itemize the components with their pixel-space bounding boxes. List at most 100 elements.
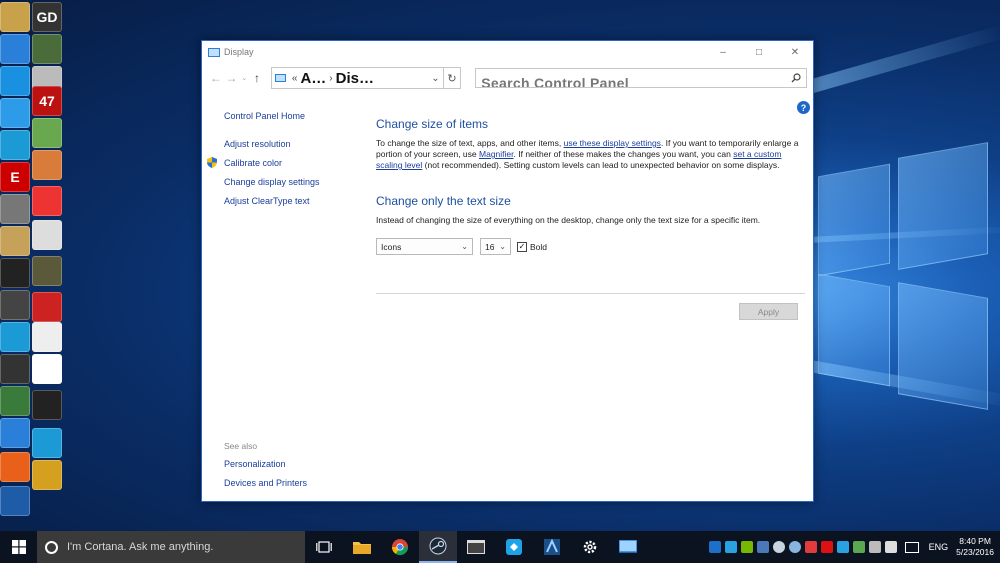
tray-gamepad-icon[interactable] xyxy=(852,541,865,553)
desktop-icon-e[interactable]: E xyxy=(0,162,30,192)
clock[interactable]: 8:40 PM 5/23/2016 xyxy=(956,536,994,558)
task-view-button[interactable] xyxy=(305,531,343,563)
title-bar[interactable]: Display – □ ✕ xyxy=(202,41,813,63)
tray-steam-icon[interactable] xyxy=(772,541,785,553)
desktop-icon[interactable] xyxy=(32,428,62,458)
taskbar-settings[interactable] xyxy=(571,531,609,563)
apply-button[interactable]: Apply xyxy=(739,303,798,320)
language-indicator[interactable]: ENG xyxy=(929,542,949,552)
desktop-icon[interactable] xyxy=(0,34,30,64)
see-also-devices-printers[interactable]: Devices and Printers xyxy=(224,478,307,488)
desktop-icon[interactable] xyxy=(32,150,62,180)
desktop-icon[interactable] xyxy=(0,130,30,160)
desktop-icon[interactable] xyxy=(0,354,30,384)
sidebar-adjust-resolution[interactable]: Adjust resolution xyxy=(224,139,354,149)
address-dropdown-icon[interactable]: ⌄ xyxy=(431,73,439,84)
tray-app-icon[interactable] xyxy=(820,541,833,553)
desktop-icon[interactable] xyxy=(0,98,30,128)
taskbar-app-blue[interactable] xyxy=(495,531,533,563)
see-also-personalization[interactable]: Personalization xyxy=(224,459,307,469)
desktop-icon[interactable] xyxy=(0,386,30,416)
tray-nvidia-icon[interactable] xyxy=(740,541,753,553)
desktop-icon[interactable] xyxy=(32,292,62,322)
search-input[interactable]: Search Control Panel xyxy=(475,68,807,88)
taskbar-app-window[interactable] xyxy=(457,531,495,563)
minimize-button[interactable]: – xyxy=(705,41,741,63)
desktop-icon[interactable] xyxy=(32,220,62,250)
sidebar-change-display-settings[interactable]: Change display settings xyxy=(224,177,354,187)
font-size-select[interactable]: 16 ⌄ xyxy=(480,238,511,255)
sidebar-control-panel-home[interactable]: Control Panel Home xyxy=(224,111,354,121)
sidebar-calibrate-color[interactable]: Calibrate color xyxy=(207,157,354,168)
desktop-icon[interactable] xyxy=(0,194,30,224)
desktop-icon-gd[interactable]: GD xyxy=(32,2,62,32)
item-select[interactable]: Icons ⌄ xyxy=(376,238,473,255)
magnifier-link[interactable]: Magnifier xyxy=(479,149,514,159)
control-panel-icon xyxy=(274,74,286,82)
window-title: Display xyxy=(224,47,254,57)
back-arrow-icon[interactable]: ← xyxy=(208,71,224,85)
desktop-icon[interactable] xyxy=(0,418,30,448)
desktop-icon[interactable] xyxy=(0,322,30,352)
breadcrumb-display[interactable]: Dis… xyxy=(336,70,374,87)
breadcrumb-separator-icon[interactable]: › xyxy=(329,73,332,84)
desktop-icon[interactable] xyxy=(32,186,62,216)
tray-alert-icon[interactable] xyxy=(804,541,817,553)
desktop-icon[interactable] xyxy=(32,118,62,148)
close-button[interactable]: ✕ xyxy=(777,41,813,63)
desktop-icon[interactable] xyxy=(32,34,62,64)
desktop-icon-47[interactable]: 47 xyxy=(32,86,62,116)
text-size-controls: Icons ⌄ 16 ⌄ ✓ Bold xyxy=(376,238,806,255)
cortana-search-box[interactable]: I'm Cortana. Ask me anything. xyxy=(37,531,305,563)
tray-app-icon[interactable] xyxy=(724,541,737,553)
start-button[interactable] xyxy=(0,531,37,563)
breadcrumb-appearance[interactable]: A… xyxy=(300,70,326,87)
tray-app-icon[interactable] xyxy=(836,541,849,553)
app-blue-icon xyxy=(506,539,522,555)
display-icon xyxy=(208,47,220,57)
chevron-down-icon: ⌄ xyxy=(499,242,506,251)
bold-checkbox[interactable]: ✓ xyxy=(517,241,527,252)
text-size-description: Instead of changing the size of everythi… xyxy=(376,215,761,225)
desktop-icon[interactable] xyxy=(0,2,30,32)
taskbar-display-control-panel[interactable] xyxy=(609,531,647,563)
desktop-icon[interactable] xyxy=(32,390,62,420)
system-tray: ENG 8:40 PM 5/23/2016 xyxy=(707,531,1000,563)
tray-network-icon[interactable] xyxy=(868,541,881,553)
tray-messages-icon[interactable] xyxy=(904,541,919,553)
desktop-icon[interactable] xyxy=(32,460,62,490)
forward-arrow-icon[interactable]: → xyxy=(224,71,240,85)
desktop-icon[interactable] xyxy=(0,226,30,256)
taskbar-chrome[interactable] xyxy=(381,531,419,563)
sidebar-adjust-cleartype[interactable]: Adjust ClearType text xyxy=(224,196,354,206)
maximize-button[interactable]: □ xyxy=(741,41,777,63)
help-icon[interactable]: ? xyxy=(797,101,810,114)
tray-volume-icon[interactable] xyxy=(884,541,897,553)
refresh-icon[interactable]: ↻ xyxy=(443,67,462,89)
desktop-icon[interactable] xyxy=(0,258,30,288)
tray-app-icon[interactable] xyxy=(708,541,721,553)
desktop-icon[interactable] xyxy=(0,290,30,320)
taskbar-file-explorer[interactable] xyxy=(343,531,381,563)
desktop-icon[interactable] xyxy=(0,452,30,482)
display-icon xyxy=(619,540,637,553)
desktop-icon[interactable] xyxy=(32,322,62,352)
desktop-icon[interactable] xyxy=(0,66,30,96)
app-game-icon xyxy=(544,538,560,555)
steam-icon xyxy=(429,537,447,555)
desktop-icon[interactable] xyxy=(0,486,30,516)
up-arrow-icon[interactable]: ↑ xyxy=(249,71,265,85)
recent-locations-chevron-icon[interactable]: ⌄ xyxy=(239,74,249,82)
taskbar-steam[interactable] xyxy=(419,531,457,563)
taskbar-app-game[interactable] xyxy=(533,531,571,563)
search-icon xyxy=(791,73,801,83)
breadcrumb-overflow-icon[interactable]: « xyxy=(292,73,298,84)
see-also-links: Personalization Devices and Printers xyxy=(224,459,307,497)
display-settings-link[interactable]: use these display settings xyxy=(564,138,661,148)
tray-app-icon[interactable] xyxy=(788,541,801,553)
address-bar[interactable]: « A… › Dis… ⌄ xyxy=(270,67,444,89)
tray-app-icon[interactable] xyxy=(756,541,769,553)
desktop-icon[interactable] xyxy=(32,256,62,286)
desktop-icon[interactable] xyxy=(32,354,62,384)
main-content: Change size of items To change the size … xyxy=(376,117,806,255)
